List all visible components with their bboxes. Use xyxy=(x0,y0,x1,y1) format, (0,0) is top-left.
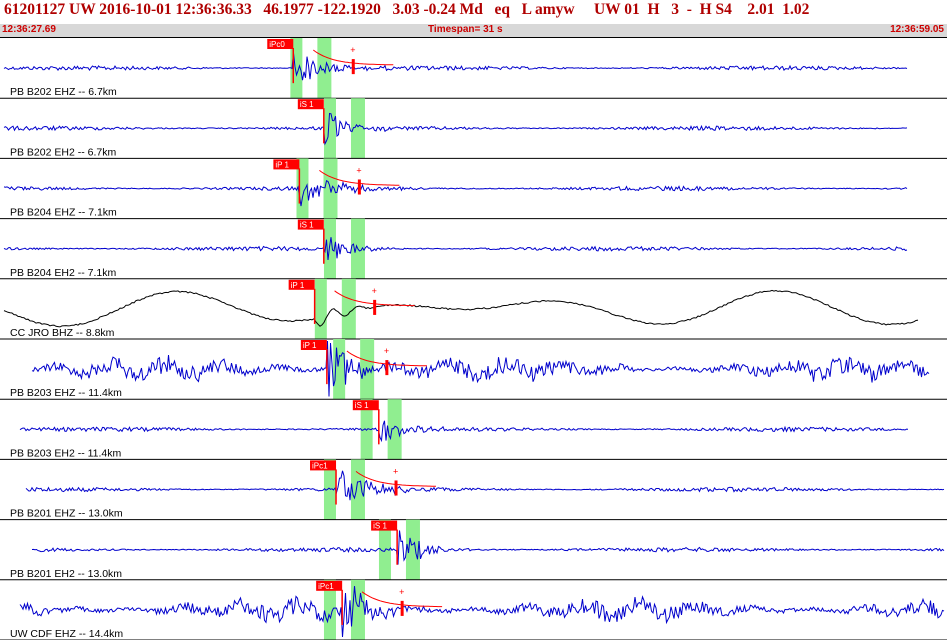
event-summary-text: 61201127 UW 2016-10-01 12:36:36.33 46.19… xyxy=(4,1,810,18)
amplitude-plus-icon: + xyxy=(356,165,361,175)
pick-label: iS 1 xyxy=(300,100,314,109)
analysis-window xyxy=(323,98,336,159)
waveform xyxy=(3,237,908,261)
waveform xyxy=(31,530,945,565)
amplitude-plus-icon: + xyxy=(384,346,389,356)
trace-row[interactable]: iS 1 PB B202 EH2 -- 6.7km xyxy=(0,98,947,159)
timespan-label: Timespan= 31 s xyxy=(428,24,503,35)
station-label: PB B201 EHZ -- 13.0km xyxy=(10,508,123,520)
trace-row[interactable]: iS 1 PB B203 EH2 -- 11.4km xyxy=(0,399,947,460)
end-time: 12:36:59.05 xyxy=(890,24,944,35)
waveform xyxy=(19,586,945,638)
pick-label: iPc0 xyxy=(269,40,285,49)
trace-row[interactable]: iPc1 + PB B201 EHZ -- 13.0km xyxy=(0,459,947,521)
seismogram-panel[interactable]: iPc0 + PB B202 EHZ -- 6.7km iS 1 PB B202 EH2… xyxy=(0,38,947,640)
pick-label: iP 1 xyxy=(303,341,317,350)
pick-label: iP 1 xyxy=(291,281,305,290)
station-label: PB B202 EHZ -- 6.7km xyxy=(10,86,117,98)
analysis-window xyxy=(350,459,365,520)
amplitude-plus-icon: + xyxy=(372,286,377,296)
waveform xyxy=(19,420,909,443)
trace-row[interactable]: iPc0 + PB B202 EHZ -- 6.7km xyxy=(0,38,947,99)
waveform xyxy=(31,340,930,397)
amplitude-plus-icon: + xyxy=(399,587,404,597)
waveform xyxy=(3,289,919,328)
station-label: PB B202 EH2 -- 6.7km xyxy=(10,146,116,158)
station-label: CC JRO BHZ -- 8.8km xyxy=(10,327,115,339)
waveform xyxy=(25,470,945,501)
trace-row[interactable]: iP 1 + PB B204 EHZ -- 7.1km xyxy=(0,158,947,220)
analysis-window xyxy=(333,339,346,400)
pick-label: iP 1 xyxy=(275,160,289,169)
station-label: PB B204 EH2 -- 7.1km xyxy=(10,267,116,279)
waveform xyxy=(3,179,908,207)
trace-row[interactable]: iP 1 + PB B203 EHZ -- 11.4km xyxy=(0,339,947,400)
pick-label: iPc1 xyxy=(312,461,328,470)
trace-row[interactable]: iPc1 + UW CDF EHZ -- 14.4km xyxy=(0,579,947,640)
pick-label: iS 1 xyxy=(300,221,314,230)
amplitude-plus-icon: + xyxy=(393,466,398,476)
trace-row[interactable]: iS 1 PB B204 EH2 -- 7.1km xyxy=(0,218,947,280)
waveform xyxy=(3,112,908,146)
time-bar: 12:36:27.69 Timespan= 31 s 12:36:59.05 xyxy=(0,24,947,38)
waveform xyxy=(3,52,908,81)
trace-row[interactable]: iS 1 PB B201 EH2 -- 13.0km xyxy=(0,519,947,581)
station-label: PB B203 EH2 -- 11.4km xyxy=(10,447,122,459)
station-label: UW CDF EHZ -- 14.4km xyxy=(10,628,123,640)
trace-row[interactable]: iP 1 + CC JRO BHZ -- 8.8km xyxy=(0,278,947,340)
event-header: 61201127 UW 2016-10-01 12:36:36.33 46.19… xyxy=(0,0,947,24)
amplitude-plus-icon: + xyxy=(350,45,355,55)
pick-label: iS 1 xyxy=(373,522,387,531)
pick-label: iPc1 xyxy=(318,582,334,591)
station-label: PB B201 EH2 -- 13.0km xyxy=(10,568,122,580)
start-time: 12:36:27.69 xyxy=(2,24,56,35)
station-label: PB B203 EHZ -- 11.4km xyxy=(10,387,122,399)
station-label: PB B204 EHZ -- 7.1km xyxy=(10,207,117,219)
analysis-window xyxy=(387,399,402,460)
analysis-window xyxy=(314,278,327,339)
pick-label: iS 1 xyxy=(355,401,369,410)
